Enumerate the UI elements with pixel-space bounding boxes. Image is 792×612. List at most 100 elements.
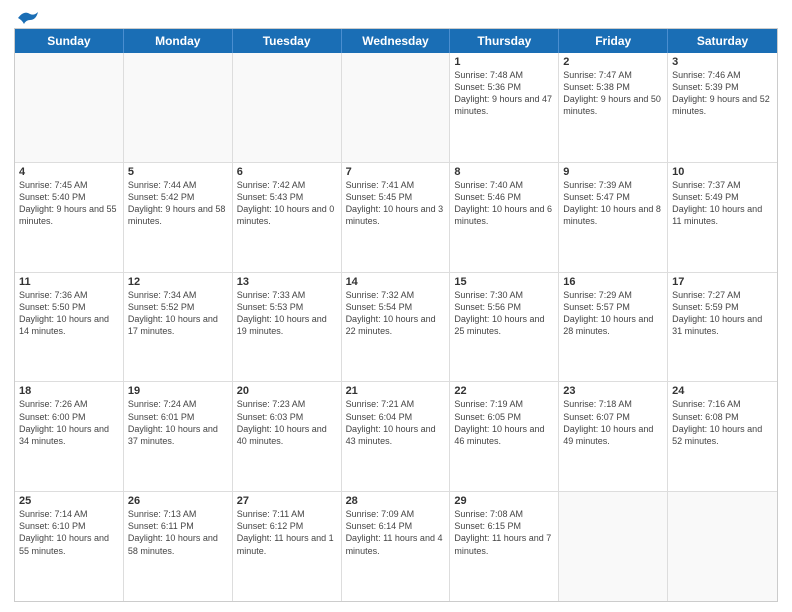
cal-cell: 18Sunrise: 7:26 AM Sunset: 6:00 PM Dayli… — [15, 382, 124, 491]
day-header-friday: Friday — [559, 29, 668, 53]
cal-cell — [668, 492, 777, 601]
day-info: Sunrise: 7:27 AM Sunset: 5:59 PM Dayligh… — [672, 289, 773, 338]
day-number: 29 — [454, 495, 554, 507]
day-number: 13 — [237, 276, 337, 288]
day-number: 3 — [672, 56, 773, 68]
cal-cell: 10Sunrise: 7:37 AM Sunset: 5:49 PM Dayli… — [668, 163, 777, 272]
calendar-row-0: 1Sunrise: 7:48 AM Sunset: 5:36 PM Daylig… — [15, 53, 777, 163]
day-number: 10 — [672, 166, 773, 178]
cal-cell: 27Sunrise: 7:11 AM Sunset: 6:12 PM Dayli… — [233, 492, 342, 601]
cal-cell — [233, 53, 342, 162]
day-info: Sunrise: 7:32 AM Sunset: 5:54 PM Dayligh… — [346, 289, 446, 338]
cal-cell: 12Sunrise: 7:34 AM Sunset: 5:52 PM Dayli… — [124, 273, 233, 382]
day-info: Sunrise: 7:34 AM Sunset: 5:52 PM Dayligh… — [128, 289, 228, 338]
day-info: Sunrise: 7:40 AM Sunset: 5:46 PM Dayligh… — [454, 179, 554, 228]
cal-cell — [559, 492, 668, 601]
cal-cell: 29Sunrise: 7:08 AM Sunset: 6:15 PM Dayli… — [450, 492, 559, 601]
day-number: 23 — [563, 385, 663, 397]
day-number: 15 — [454, 276, 554, 288]
day-info: Sunrise: 7:09 AM Sunset: 6:14 PM Dayligh… — [346, 508, 446, 557]
day-number: 14 — [346, 276, 446, 288]
header — [14, 10, 778, 22]
day-number: 22 — [454, 385, 554, 397]
cal-cell — [124, 53, 233, 162]
cal-cell: 14Sunrise: 7:32 AM Sunset: 5:54 PM Dayli… — [342, 273, 451, 382]
calendar-row-4: 25Sunrise: 7:14 AM Sunset: 6:10 PM Dayli… — [15, 492, 777, 601]
day-info: Sunrise: 7:45 AM Sunset: 5:40 PM Dayligh… — [19, 179, 119, 228]
logo-bird-icon — [16, 10, 38, 26]
day-info: Sunrise: 7:21 AM Sunset: 6:04 PM Dayligh… — [346, 398, 446, 447]
day-info: Sunrise: 7:23 AM Sunset: 6:03 PM Dayligh… — [237, 398, 337, 447]
day-number: 16 — [563, 276, 663, 288]
day-header-sunday: Sunday — [15, 29, 124, 53]
day-info: Sunrise: 7:47 AM Sunset: 5:38 PM Dayligh… — [563, 69, 663, 118]
day-info: Sunrise: 7:46 AM Sunset: 5:39 PM Dayligh… — [672, 69, 773, 118]
day-info: Sunrise: 7:36 AM Sunset: 5:50 PM Dayligh… — [19, 289, 119, 338]
cal-cell: 25Sunrise: 7:14 AM Sunset: 6:10 PM Dayli… — [15, 492, 124, 601]
cal-cell: 8Sunrise: 7:40 AM Sunset: 5:46 PM Daylig… — [450, 163, 559, 272]
day-number: 17 — [672, 276, 773, 288]
calendar: SundayMondayTuesdayWednesdayThursdayFrid… — [14, 28, 778, 602]
day-info: Sunrise: 7:26 AM Sunset: 6:00 PM Dayligh… — [19, 398, 119, 447]
day-info: Sunrise: 7:30 AM Sunset: 5:56 PM Dayligh… — [454, 289, 554, 338]
day-info: Sunrise: 7:24 AM Sunset: 6:01 PM Dayligh… — [128, 398, 228, 447]
day-header-wednesday: Wednesday — [342, 29, 451, 53]
day-info: Sunrise: 7:08 AM Sunset: 6:15 PM Dayligh… — [454, 508, 554, 557]
day-header-monday: Monday — [124, 29, 233, 53]
day-number: 24 — [672, 385, 773, 397]
cal-cell: 17Sunrise: 7:27 AM Sunset: 5:59 PM Dayli… — [668, 273, 777, 382]
calendar-row-1: 4Sunrise: 7:45 AM Sunset: 5:40 PM Daylig… — [15, 163, 777, 273]
day-info: Sunrise: 7:19 AM Sunset: 6:05 PM Dayligh… — [454, 398, 554, 447]
day-number: 1 — [454, 56, 554, 68]
cal-cell: 21Sunrise: 7:21 AM Sunset: 6:04 PM Dayli… — [342, 382, 451, 491]
cal-cell: 3Sunrise: 7:46 AM Sunset: 5:39 PM Daylig… — [668, 53, 777, 162]
day-number: 6 — [237, 166, 337, 178]
day-number: 26 — [128, 495, 228, 507]
logo — [14, 10, 38, 22]
cal-cell: 28Sunrise: 7:09 AM Sunset: 6:14 PM Dayli… — [342, 492, 451, 601]
day-info: Sunrise: 7:13 AM Sunset: 6:11 PM Dayligh… — [128, 508, 228, 557]
day-number: 21 — [346, 385, 446, 397]
cal-cell: 5Sunrise: 7:44 AM Sunset: 5:42 PM Daylig… — [124, 163, 233, 272]
cal-cell: 26Sunrise: 7:13 AM Sunset: 6:11 PM Dayli… — [124, 492, 233, 601]
day-number: 19 — [128, 385, 228, 397]
day-number: 18 — [19, 385, 119, 397]
day-info: Sunrise: 7:48 AM Sunset: 5:36 PM Dayligh… — [454, 69, 554, 118]
day-number: 11 — [19, 276, 119, 288]
day-number: 2 — [563, 56, 663, 68]
day-info: Sunrise: 7:14 AM Sunset: 6:10 PM Dayligh… — [19, 508, 119, 557]
day-number: 12 — [128, 276, 228, 288]
day-info: Sunrise: 7:37 AM Sunset: 5:49 PM Dayligh… — [672, 179, 773, 228]
day-number: 9 — [563, 166, 663, 178]
cal-cell: 20Sunrise: 7:23 AM Sunset: 6:03 PM Dayli… — [233, 382, 342, 491]
cal-cell: 6Sunrise: 7:42 AM Sunset: 5:43 PM Daylig… — [233, 163, 342, 272]
day-info: Sunrise: 7:18 AM Sunset: 6:07 PM Dayligh… — [563, 398, 663, 447]
day-header-saturday: Saturday — [668, 29, 777, 53]
day-info: Sunrise: 7:29 AM Sunset: 5:57 PM Dayligh… — [563, 289, 663, 338]
day-number: 27 — [237, 495, 337, 507]
day-info: Sunrise: 7:39 AM Sunset: 5:47 PM Dayligh… — [563, 179, 663, 228]
day-number: 20 — [237, 385, 337, 397]
day-info: Sunrise: 7:42 AM Sunset: 5:43 PM Dayligh… — [237, 179, 337, 228]
calendar-row-2: 11Sunrise: 7:36 AM Sunset: 5:50 PM Dayli… — [15, 273, 777, 383]
cal-cell: 16Sunrise: 7:29 AM Sunset: 5:57 PM Dayli… — [559, 273, 668, 382]
calendar-row-3: 18Sunrise: 7:26 AM Sunset: 6:00 PM Dayli… — [15, 382, 777, 492]
cal-cell: 7Sunrise: 7:41 AM Sunset: 5:45 PM Daylig… — [342, 163, 451, 272]
day-info: Sunrise: 7:33 AM Sunset: 5:53 PM Dayligh… — [237, 289, 337, 338]
cal-cell: 22Sunrise: 7:19 AM Sunset: 6:05 PM Dayli… — [450, 382, 559, 491]
cal-cell: 24Sunrise: 7:16 AM Sunset: 6:08 PM Dayli… — [668, 382, 777, 491]
day-number: 4 — [19, 166, 119, 178]
day-info: Sunrise: 7:16 AM Sunset: 6:08 PM Dayligh… — [672, 398, 773, 447]
cal-cell: 2Sunrise: 7:47 AM Sunset: 5:38 PM Daylig… — [559, 53, 668, 162]
day-number: 5 — [128, 166, 228, 178]
cal-cell: 11Sunrise: 7:36 AM Sunset: 5:50 PM Dayli… — [15, 273, 124, 382]
day-header-thursday: Thursday — [450, 29, 559, 53]
cal-cell — [342, 53, 451, 162]
cal-cell: 9Sunrise: 7:39 AM Sunset: 5:47 PM Daylig… — [559, 163, 668, 272]
cal-cell — [15, 53, 124, 162]
cal-cell: 1Sunrise: 7:48 AM Sunset: 5:36 PM Daylig… — [450, 53, 559, 162]
cal-cell: 15Sunrise: 7:30 AM Sunset: 5:56 PM Dayli… — [450, 273, 559, 382]
page: SundayMondayTuesdayWednesdayThursdayFrid… — [0, 0, 792, 612]
cal-cell: 19Sunrise: 7:24 AM Sunset: 6:01 PM Dayli… — [124, 382, 233, 491]
day-number: 7 — [346, 166, 446, 178]
